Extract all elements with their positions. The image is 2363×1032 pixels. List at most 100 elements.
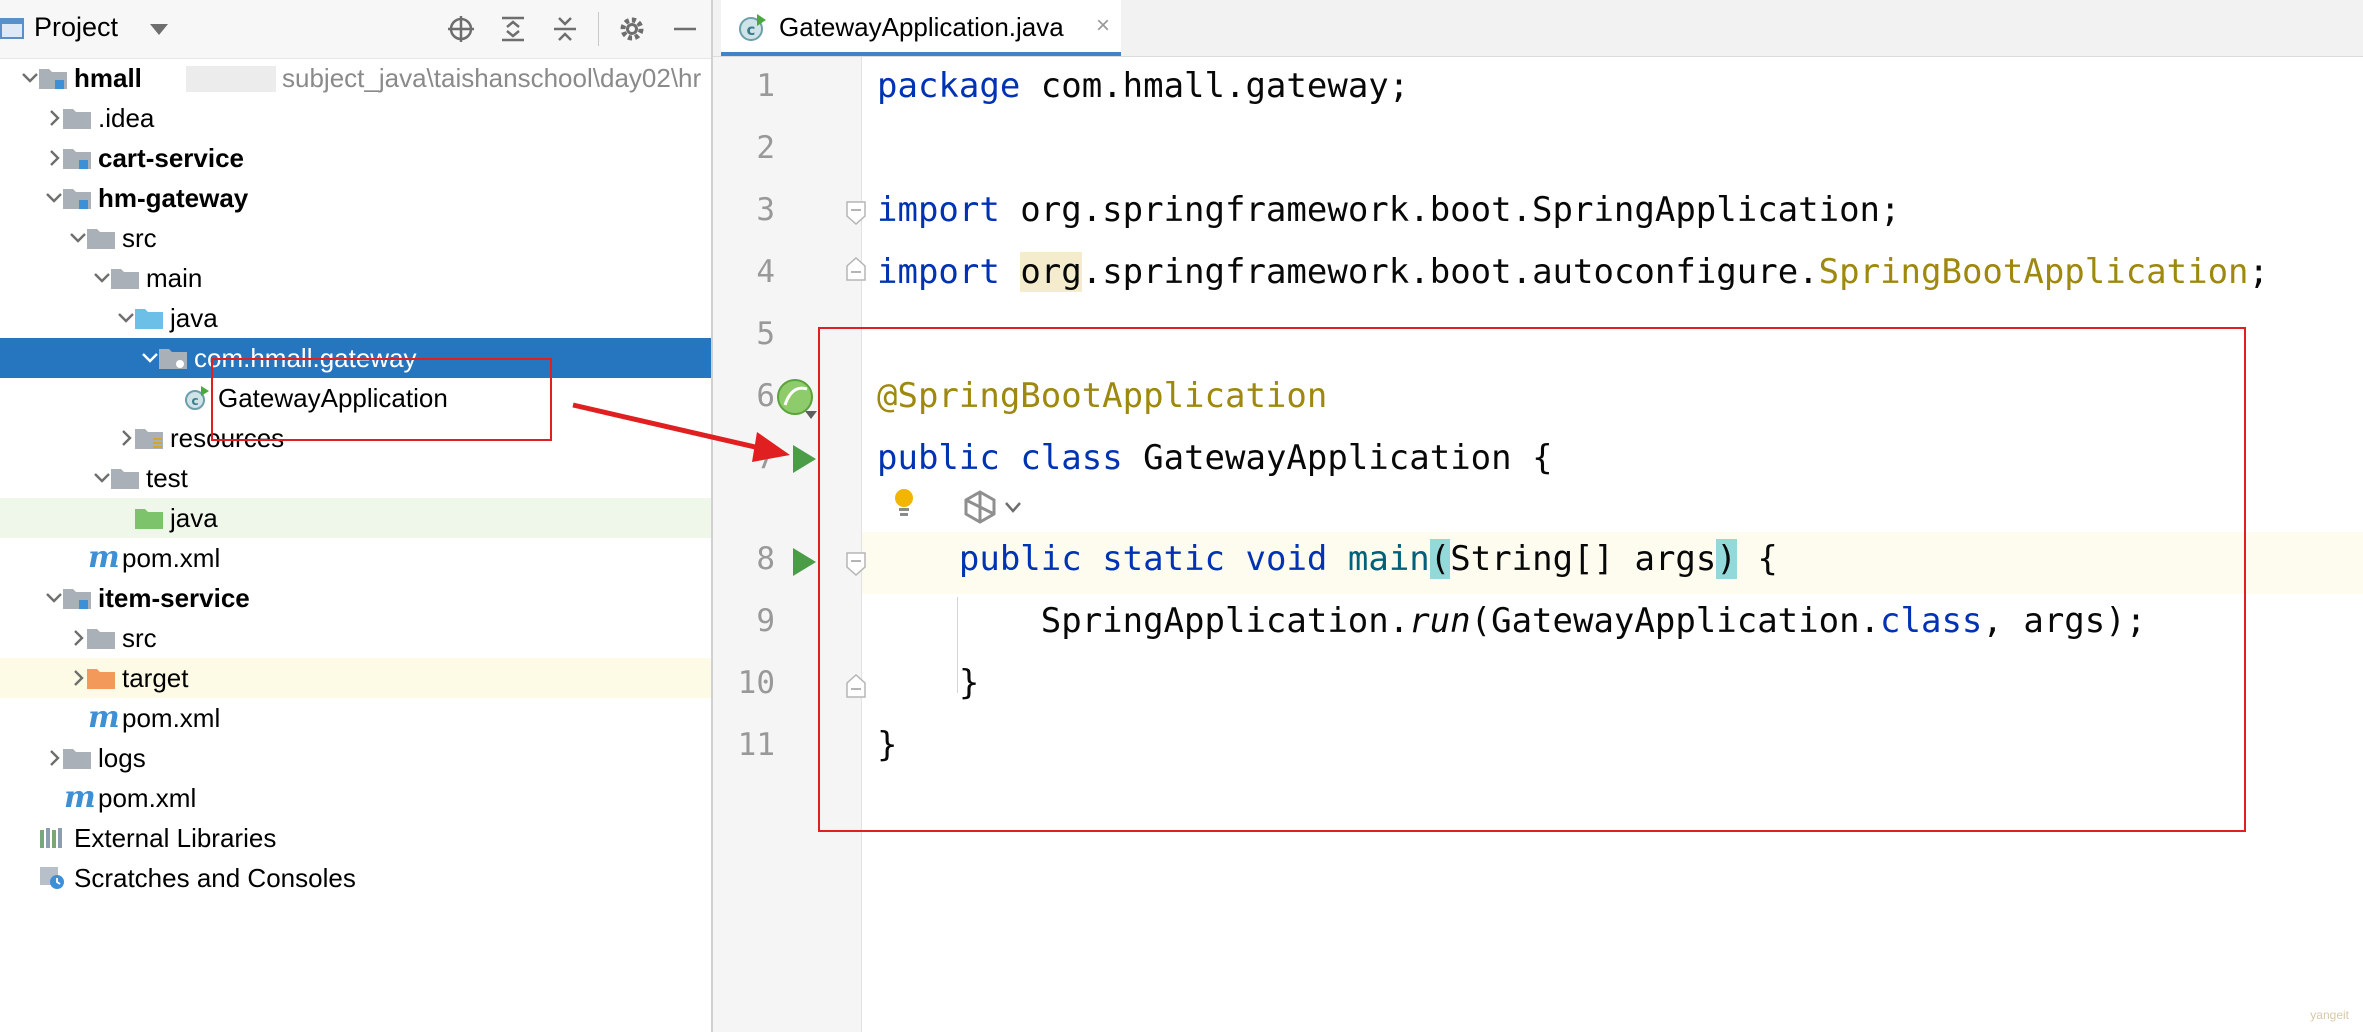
code-token: SpringBootApplication xyxy=(1818,252,2249,292)
tree-item-src[interactable]: src xyxy=(0,218,711,258)
line-number: 5 xyxy=(756,316,775,352)
tree-item-label: .idea xyxy=(98,103,155,133)
tree-item-java[interactable]: java xyxy=(0,298,711,338)
tree-item-java[interactable]: java xyxy=(0,498,711,538)
folder-icon xyxy=(87,629,115,649)
locate-target-icon[interactable] xyxy=(446,14,476,44)
line-number: 7 xyxy=(756,440,775,476)
scratches-icon xyxy=(40,867,64,889)
tree-item-idea[interactable]: .idea xyxy=(0,98,711,138)
tree-item-label: java xyxy=(170,503,218,533)
code-line[interactable]: package com.hmall.gateway; xyxy=(877,66,1409,106)
maven-icon: m xyxy=(64,780,96,815)
code-editor: c GatewayApplication.java × 1 2 3 4 5 6 7 8 9 10 1… xyxy=(713,0,2363,1032)
fold-marker-icon[interactable] xyxy=(845,200,867,226)
tree-item-label: src xyxy=(122,623,157,653)
project-tool-window: Project hmall subject_java\taishanschool… xyxy=(0,0,713,1032)
svg-text:c: c xyxy=(747,21,756,39)
tree-item-label: hmall xyxy=(74,63,142,93)
line-number: 1 xyxy=(756,68,775,104)
source-folder-icon xyxy=(135,309,163,329)
tree-item-external-libraries[interactable]: External Libraries xyxy=(0,818,711,858)
tree-item-label: logs xyxy=(98,743,146,773)
code-token: ; xyxy=(2248,252,2270,292)
libraries-icon xyxy=(40,828,62,848)
tree-item-label: cart-service xyxy=(98,143,244,173)
collapse-all-icon[interactable] xyxy=(550,14,580,44)
code-token: org xyxy=(1020,252,1082,292)
tree-item-pom-xml[interactable]: m pom.xml xyxy=(0,698,711,738)
line-number: 2 xyxy=(756,130,775,166)
maven-icon: m xyxy=(88,540,120,575)
test-folder-icon xyxy=(135,509,163,529)
module-folder-icon xyxy=(63,589,91,609)
line-number: 6 xyxy=(756,378,775,414)
module-folder-icon xyxy=(63,189,91,209)
expand-all-icon[interactable] xyxy=(498,14,528,44)
tree-item-label: External Libraries xyxy=(74,823,277,853)
code-line[interactable]: import org.springframework.boot.autoconf… xyxy=(877,252,2269,292)
line-number: 4 xyxy=(756,254,775,290)
tree-item-pom-xml[interactable]: m pom.xml xyxy=(0,778,711,818)
tree-item-label: test xyxy=(146,463,188,493)
tree-item-scratches-and-consoles[interactable]: Scratches and Consoles xyxy=(0,858,711,898)
folder-icon xyxy=(63,109,91,129)
tree-item-item-service[interactable]: item-service xyxy=(0,578,711,618)
editor-tab-bar: c GatewayApplication.java × xyxy=(713,0,2363,57)
minimize-icon[interactable] xyxy=(670,14,700,44)
code-token: package xyxy=(877,66,1021,106)
package-icon xyxy=(159,349,187,369)
code-line[interactable]: import org.springframework.boot.SpringAp… xyxy=(877,190,1901,230)
tree-item-label: pom.xml xyxy=(122,543,221,573)
chevron-down-icon[interactable] xyxy=(148,20,170,38)
svg-text:c: c xyxy=(191,394,198,408)
code-token: import xyxy=(877,252,1000,292)
close-icon[interactable]: × xyxy=(1096,12,1110,40)
tree-item-label: java xyxy=(170,303,218,333)
tree-item-label: src xyxy=(122,223,157,253)
project-panel-header: Project xyxy=(0,0,711,59)
tree-item-cart-service[interactable]: cart-service xyxy=(0,138,711,178)
spring-class-icon: c xyxy=(185,386,209,410)
line-number: 10 xyxy=(737,665,775,701)
project-view-icon[interactable] xyxy=(0,16,26,42)
excluded-folder-icon xyxy=(87,669,115,689)
code-token: import xyxy=(877,190,1000,230)
module-folder-icon xyxy=(39,69,67,89)
resources-folder-icon xyxy=(135,429,163,449)
tree-item-hm-gateway[interactable]: hm-gateway xyxy=(0,178,711,218)
tree-item-label: main xyxy=(146,263,203,293)
highlight-box-code xyxy=(818,327,2246,832)
line-number: 11 xyxy=(737,727,775,763)
run-icon[interactable] xyxy=(790,443,818,475)
line-number: 9 xyxy=(756,603,775,639)
watermark: yangeit xyxy=(2310,1008,2349,1022)
project-view-title[interactable]: Project xyxy=(34,12,118,43)
tree-item-label: item-service xyxy=(98,583,250,613)
tree-item-main[interactable]: main xyxy=(0,258,711,298)
tree-item-test[interactable]: test xyxy=(0,458,711,498)
code-token: org.springframework.boot.SpringApplicati… xyxy=(999,190,1901,230)
tree-item-label: Scratches and Consoles xyxy=(74,863,356,893)
tree-item-label: pom.xml xyxy=(98,783,197,813)
code-token: .springframework.boot.autoconfigure. xyxy=(1081,252,1819,292)
fold-marker-icon[interactable] xyxy=(845,256,867,282)
tree-item-logs[interactable]: logs xyxy=(0,738,711,778)
header-separator xyxy=(598,12,599,46)
code-token: com.hmall.gateway; xyxy=(1020,66,1410,106)
spring-bean-icon[interactable] xyxy=(775,377,819,421)
tree-item-pom-xml[interactable]: m pom.xml xyxy=(0,538,711,578)
editor-tab-label: GatewayApplication.java xyxy=(779,12,1064,42)
tree-item-target[interactable]: target xyxy=(0,658,711,698)
project-path: subject_java\taishanschool\day02\hr xyxy=(282,63,702,93)
folder-icon xyxy=(63,749,91,769)
folder-icon xyxy=(87,229,115,249)
run-icon[interactable] xyxy=(790,546,818,578)
tree-item-src[interactable]: src xyxy=(0,618,711,658)
tree-item-hmall[interactable]: hmall subject_java\taishanschool\day02\hr xyxy=(0,58,711,98)
line-number: 3 xyxy=(756,192,775,228)
gear-icon[interactable] xyxy=(617,14,647,44)
editor-tab-gateway-application[interactable]: c GatewayApplication.java × xyxy=(721,0,1121,56)
tree-item-label: hm-gateway xyxy=(98,183,249,213)
